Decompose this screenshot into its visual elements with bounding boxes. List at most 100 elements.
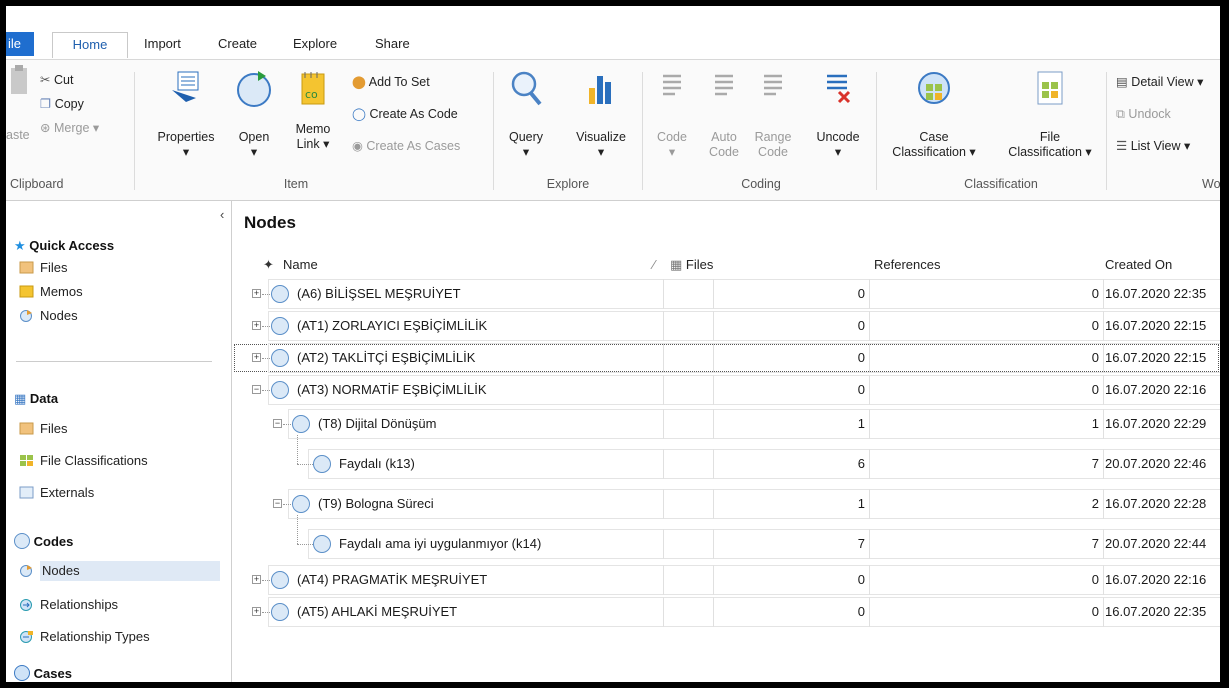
nav-item-label: Relationships	[40, 597, 119, 612]
undock-button[interactable]: ⧉ Undock	[1116, 106, 1171, 122]
table-row[interactable]: Faydalı (k13) 6 7 20.07.2020 22:46	[233, 435, 1220, 479]
merge-button[interactable]: ⊛ Merge ▾	[40, 120, 99, 136]
nav-item-quick-files[interactable]: Files	[19, 258, 67, 278]
nav-item-externals[interactable]: Externals	[19, 483, 94, 503]
table-row[interactable]: Faydalı ama iyi uygulanmıyor (k14) 7 7 20.0…	[233, 515, 1220, 559]
memo-link-button[interactable]: co Memo Link ▾	[290, 68, 336, 152]
node-name[interactable]: (T8) Dijital Dönüşüm	[318, 409, 436, 439]
tab-import[interactable]: Import	[144, 32, 181, 56]
file-classification-button[interactable]: File Classification ▾	[1002, 68, 1098, 160]
range-code-button[interactable]: Range Code	[752, 68, 794, 160]
uncode-button[interactable]: Uncode ▾	[814, 68, 862, 160]
data-header[interactable]: ▦ Data	[14, 391, 58, 407]
paste-button[interactable]: aste	[6, 64, 34, 142]
paste-icon	[11, 65, 27, 94]
expand-icon[interactable]: +	[252, 353, 261, 362]
nodes-icon	[20, 565, 32, 577]
tree-connector	[262, 580, 270, 581]
open-button[interactable]: Open ▾	[231, 68, 277, 160]
tab-file[interactable]: ile	[6, 32, 34, 56]
nav-item-codes-nodes[interactable]: Nodes	[20, 561, 220, 581]
detail-view-button[interactable]: ▤ Detail View ▾	[1116, 74, 1203, 90]
list-view-button[interactable]: ☰ List View ▾	[1116, 138, 1190, 154]
table-row[interactable]: + (AT5) AHLAKİ MEŞRUİYET 0 0 16.07.2020 22:3…	[233, 597, 1220, 627]
node-name[interactable]: (AT1) ZORLAYICI EŞBİÇİMLİLİK	[297, 311, 487, 341]
collapse-icon[interactable]: −	[252, 385, 261, 394]
codes-header[interactable]: Codes	[14, 533, 73, 549]
node-name[interactable]: (T9) Bologna Süreci	[318, 489, 434, 519]
nav-item-data-files[interactable]: Files	[19, 419, 67, 439]
column-divider	[663, 489, 664, 519]
table-row[interactable]: + (AT4) PRAGMATİK MEŞRUİYET 0 0 16.07.2020 2…	[233, 565, 1220, 595]
table-row[interactable]: + (A6) BİLİŞSEL MEŞRUİYET 0 0 16.07.2020 22:…	[233, 279, 1220, 309]
collapse-icon[interactable]: −	[273, 499, 282, 508]
references-count: 0	[1091, 382, 1099, 397]
column-divider	[663, 279, 664, 309]
node-name[interactable]: (AT4) PRAGMATİK MEŞRUİYET	[297, 565, 487, 595]
expand-icon[interactable]: +	[252, 607, 261, 616]
quick-access-label: Quick Access	[29, 238, 115, 253]
nav-item-quick-nodes[interactable]: Nodes	[20, 306, 78, 326]
nav-item-relationship-types[interactable]: Relationship Types	[20, 627, 150, 647]
column-header-name[interactable]: Name	[283, 251, 318, 279]
tree-connector	[297, 515, 298, 544]
node-name[interactable]: Faydalı ama iyi uygulanmıyor (k14)	[339, 529, 541, 559]
table-row[interactable]: − (AT3) NORMATİF EŞBİÇİMLİLİK 0 0 16.07.2020…	[233, 375, 1220, 405]
tab-create[interactable]: Create	[218, 32, 257, 56]
add-to-set-button[interactable]: ⬤ Add To Set	[352, 74, 430, 90]
created-on-date: 16.07.2020 22:15	[1105, 318, 1207, 333]
node-name[interactable]: Faydalı (k13)	[339, 449, 415, 479]
cut-button[interactable]: ✂ Cut	[40, 72, 73, 88]
expand-icon[interactable]: +	[252, 575, 261, 584]
visualize-button[interactable]: Visualize ▾	[571, 68, 631, 160]
chevron-down-icon: ▾	[250, 145, 258, 159]
nav-item-relationships[interactable]: Relationships	[20, 595, 119, 615]
quick-access-header[interactable]: ★ Quick Access	[14, 238, 114, 254]
code-button[interactable]: Code ▾	[654, 68, 690, 160]
case-classification-icon	[918, 72, 950, 104]
table-row[interactable]: − (T8) Dijital Dönüşüm 1 1 16.07.2020 22:29	[233, 409, 1220, 439]
node-name[interactable]: (AT2) TAKLİTÇİ EŞBİÇİMLİLİK	[297, 343, 475, 373]
tab-explore[interactable]: Explore	[293, 32, 337, 56]
copy-button[interactable]: ❐ Copy	[40, 96, 84, 112]
nav-item-quick-memos[interactable]: Memos	[19, 282, 83, 302]
column-header-files[interactable]: ▦ Files	[670, 251, 713, 279]
create-as-code-button[interactable]: ◯ Create As Code	[352, 106, 458, 122]
detail-view-label: Detail View	[1131, 75, 1194, 89]
data-label: Data	[29, 391, 59, 406]
node-icon	[271, 571, 289, 589]
node-name[interactable]: (AT5) AHLAKİ MEŞRUİYET	[297, 597, 457, 627]
query-button[interactable]: Query ▾	[503, 68, 549, 160]
query-label: Query	[508, 130, 544, 144]
table-row[interactable]: + (AT1) ZORLAYICI EŞBİÇİMLİLİK 0 0 16.07.202…	[233, 311, 1220, 341]
column-header-created-on[interactable]: Created On	[1105, 251, 1172, 279]
sort-indicator-icon: ⁄	[653, 257, 656, 272]
tab-home[interactable]: Home	[52, 32, 128, 58]
tab-share[interactable]: Share	[375, 32, 410, 56]
create-as-cases-button[interactable]: ◉ Create As Cases	[352, 138, 460, 154]
collapse-pane-icon[interactable]: ‹	[220, 207, 224, 222]
files-count: 0	[857, 572, 865, 587]
column-header-pin[interactable]: ✦	[263, 251, 274, 279]
data-icon: ▦	[14, 391, 27, 406]
column-header-references[interactable]: References	[874, 251, 940, 279]
expand-icon[interactable]: +	[252, 289, 261, 298]
create-as-code-label: Create As Code	[369, 107, 458, 121]
merge-label: Merge	[53, 121, 90, 135]
create-as-cases-label: Create As Cases	[366, 139, 461, 153]
expand-icon[interactable]: +	[252, 321, 261, 330]
properties-button[interactable]: Properties ▾	[154, 68, 218, 160]
explore-group-label: Explore	[546, 177, 590, 191]
nav-item-file-classifications[interactable]: File Classifications	[20, 451, 148, 471]
star-icon: ★	[14, 238, 26, 253]
auto-code-button[interactable]: Auto Code	[706, 68, 742, 160]
case-classification-button[interactable]: Case Classification ▾	[886, 68, 982, 160]
node-name[interactable]: (AT3) NORMATİF EŞBİÇİMLİLİK	[297, 375, 486, 405]
column-divider	[663, 449, 664, 479]
collapse-icon[interactable]: −	[273, 419, 282, 428]
table-row[interactable]: + (AT2) TAKLİTÇİ EŞBİÇİMLİLİK 0 0 16.07.2020…	[233, 343, 1220, 373]
cases-header[interactable]: Cases	[14, 665, 72, 681]
node-name[interactable]: (A6) BİLİŞSEL MEŞRUİYET	[297, 279, 461, 309]
table-row[interactable]: − (T9) Bologna Süreci 1 2 16.07.2020 22:28	[233, 489, 1220, 519]
properties-label: Properties	[157, 130, 215, 144]
